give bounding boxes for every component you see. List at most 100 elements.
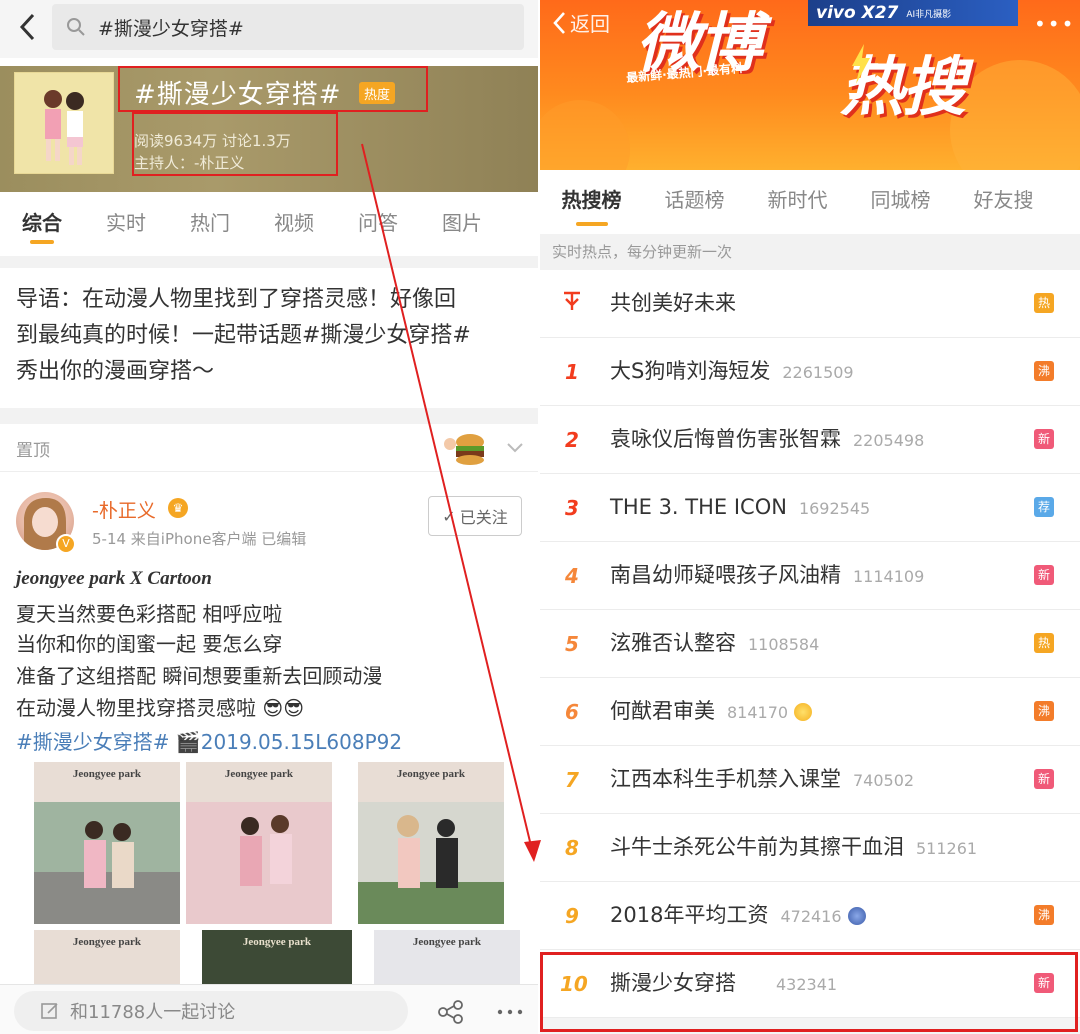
topic-tabs: 综合 实时 热门 视频 问答 图片 (0, 196, 538, 254)
tab-hot[interactable]: 热门 (168, 196, 252, 254)
rank-number: 2 (565, 428, 579, 452)
post-photo[interactable]: Jeongyee park (358, 762, 504, 924)
hot-search-item[interactable]: 4 南昌幼师疑喂孩子风油精 1114109 新 (540, 542, 1080, 610)
search-query-text: #撕漫少女穿搭# (98, 17, 244, 40)
chevron-down-icon[interactable] (504, 436, 526, 458)
tab-images[interactable]: 图片 (420, 196, 504, 254)
post-line: 夏天当然要色彩搭配 相呼应啦 (16, 602, 283, 626)
ad-brand: vivo X27 (816, 3, 899, 23)
ad-banner[interactable]: vivo X27 AI非凡摄影 (808, 0, 1018, 26)
topic-thumbnail[interactable] (14, 72, 114, 174)
hot-search-title: 2018年平均工资 472416 (610, 882, 866, 950)
search-count: 740502 (853, 771, 915, 790)
rank-number: 9 (565, 904, 579, 928)
post-photo[interactable]: Jeongyee park (186, 762, 332, 924)
share-icon[interactable] (436, 999, 466, 1025)
hot-search-title: 共创美好未来 (610, 270, 736, 338)
hot-search-list: 共创美好未来热 1 大S狗啃刘海短发 2261509 沸 2 袁咏仪后悔曾伤害张智霖 2205… (540, 270, 1080, 1018)
post-line: 在动漫人物里找穿搭灵感啦 😎😎 (16, 696, 305, 720)
title-text: 江西本科生手机禁入课堂 (610, 767, 841, 791)
title-text: 撕漫少女穿搭 (610, 971, 736, 995)
left-panel-topic-page: #撕漫少女穿搭# #撕漫少女穿搭# 热度 阅读9634万 讨论1.3万 主持人：… (0, 0, 538, 1034)
divider (0, 256, 538, 268)
search-count: 432341 (776, 975, 838, 994)
hot-search-title: THE 3. THE ICON 1692545 (610, 474, 870, 542)
tab-hot-search[interactable]: 热搜榜 (540, 170, 643, 234)
status-badge: 新 (1034, 429, 1054, 449)
title-text: 斗牛士杀死公牛前为其擦干血泪 (610, 835, 904, 859)
status-badge: 荐 (1034, 497, 1054, 517)
search-count: 814170 (727, 703, 789, 722)
status-badge: 沸 (1034, 905, 1054, 925)
intro-line: 导语：在动漫人物里找到了穿搭灵感！好像回 (16, 287, 457, 312)
post-meta: 5-14 来自iPhone客户端 已编辑 (92, 530, 307, 548)
search-count: 2205498 (853, 431, 925, 450)
edit-icon (41, 1003, 58, 1019)
more-icon[interactable] (496, 1005, 524, 1019)
post-photo[interactable]: Jeongyee park (202, 930, 352, 984)
burger-sticker-icon (444, 434, 484, 465)
emoji-icon (794, 703, 813, 721)
hot-search-title: 南昌幼师疑喂孩子风油精 1114109 (610, 542, 924, 610)
hot-search-item[interactable]: 共创美好未来 热 (540, 270, 1080, 338)
post-photo[interactable]: Jeongyee park (374, 930, 520, 984)
rank-number: 4 (565, 564, 579, 588)
post-author-name[interactable]: -朴正义 (92, 496, 156, 523)
hot-search-item[interactable]: 6 何猷君审美 814170 沸 (540, 678, 1080, 746)
back-button[interactable]: 返回 (552, 8, 610, 37)
back-button[interactable] (12, 10, 42, 44)
status-badge: 新 (1034, 769, 1054, 789)
checkmark-icon: ✓ (442, 506, 456, 526)
title-text: 2018年平均工资 (610, 903, 769, 927)
search-input[interactable]: #撕漫少女穿搭# (52, 4, 524, 50)
highlight-box-stats (132, 112, 338, 176)
hot-search-tabs: 热搜榜 话题榜 新时代 同城榜 好友搜 (540, 170, 1080, 234)
hot-search-banner: 返回 微博 热搜 最新鲜·最热门·最有料 vivo X27 AI非凡摄影 ••• (540, 0, 1080, 170)
hot-search-title: 斗牛士杀死公牛前为其擦干血泪 511261 (610, 814, 977, 882)
search-icon (67, 18, 85, 36)
search-count: 1114109 (853, 567, 925, 586)
topic-intro: 导语：在动漫人物里找到了穿搭灵感！好像回 到最纯真的时候！一起带话题#撕漫少女穿… (16, 282, 528, 390)
lightning-icon (852, 44, 870, 84)
tab-video[interactable]: 视频 (252, 196, 336, 254)
post-photo[interactable]: Jeongyee park (34, 930, 180, 984)
title-text: 泫雅否认整容 (610, 631, 736, 655)
member-crown-icon: ♛ (168, 498, 188, 518)
post-topic-link[interactable]: #撕漫少女穿搭# 🎬2019.05.15L608P92 (16, 726, 402, 755)
hot-search-item[interactable]: 9 2018年平均工资 472416 沸 (540, 882, 1080, 950)
hot-search-item[interactable]: 1 大S狗啃刘海短发 2261509 沸 (540, 338, 1080, 406)
chevron-left-icon (553, 11, 565, 34)
post-line: 准备了这组搭配 瞬间想要重新去回顾动漫 (16, 664, 383, 688)
rank-number: 5 (565, 632, 579, 656)
tab-qa[interactable]: 问答 (336, 196, 420, 254)
hot-search-title: 撕漫少女穿搭 432341 (610, 950, 837, 1018)
tab-local[interactable]: 同城榜 (849, 170, 952, 234)
tab-topics[interactable]: 话题榜 (643, 170, 746, 234)
comment-input[interactable]: 和11788人一起讨论 (14, 991, 408, 1031)
hot-search-item[interactable]: 3 THE 3. THE ICON 1692545 荐 (540, 474, 1080, 542)
title-text: 共创美好未来 (610, 291, 736, 315)
tab-friends[interactable]: 好友搜 (952, 170, 1055, 234)
title-text: 南昌幼师疑喂孩子风油精 (610, 563, 841, 587)
hot-search-item[interactable]: 8 斗牛士杀死公牛前为其擦干血泪 511261 (540, 814, 1080, 882)
hot-search-item[interactable]: 5 泫雅否认整容 1108584 热 (540, 610, 1080, 678)
highlight-box-title (118, 66, 428, 112)
hot-search-item[interactable]: 10 撕漫少女穿搭 432341 新 (540, 950, 1080, 1018)
more-icon[interactable]: ••• (1034, 12, 1075, 36)
rank-number: 7 (565, 768, 579, 792)
post-photo[interactable]: Jeongyee park (34, 762, 180, 924)
follow-button[interactable]: ✓ 已关注 (428, 496, 522, 536)
comment-bar: 和11788人一起讨论 (0, 984, 538, 1034)
status-badge: 沸 (1034, 701, 1054, 721)
intro-line: 到最纯真的时候！一起带话题#撕漫少女穿搭# (16, 323, 471, 348)
comment-placeholder: 和11788人一起讨论 (70, 1002, 236, 1023)
tab-new-era[interactable]: 新时代 (746, 170, 849, 234)
search-count: 472416 (780, 907, 842, 926)
title-text: 何猷君审美 (610, 699, 715, 723)
tab-realtime[interactable]: 实时 (84, 196, 168, 254)
tab-comprehensive[interactable]: 综合 (0, 196, 84, 254)
follow-label: 已关注 (459, 508, 508, 527)
hot-search-item[interactable]: 2 袁咏仪后悔曾伤害张智霖 2205498 新 (540, 406, 1080, 474)
pinned-label: 置顶 (16, 441, 50, 461)
hot-search-item[interactable]: 7 江西本科生手机禁入课堂 740502 新 (540, 746, 1080, 814)
